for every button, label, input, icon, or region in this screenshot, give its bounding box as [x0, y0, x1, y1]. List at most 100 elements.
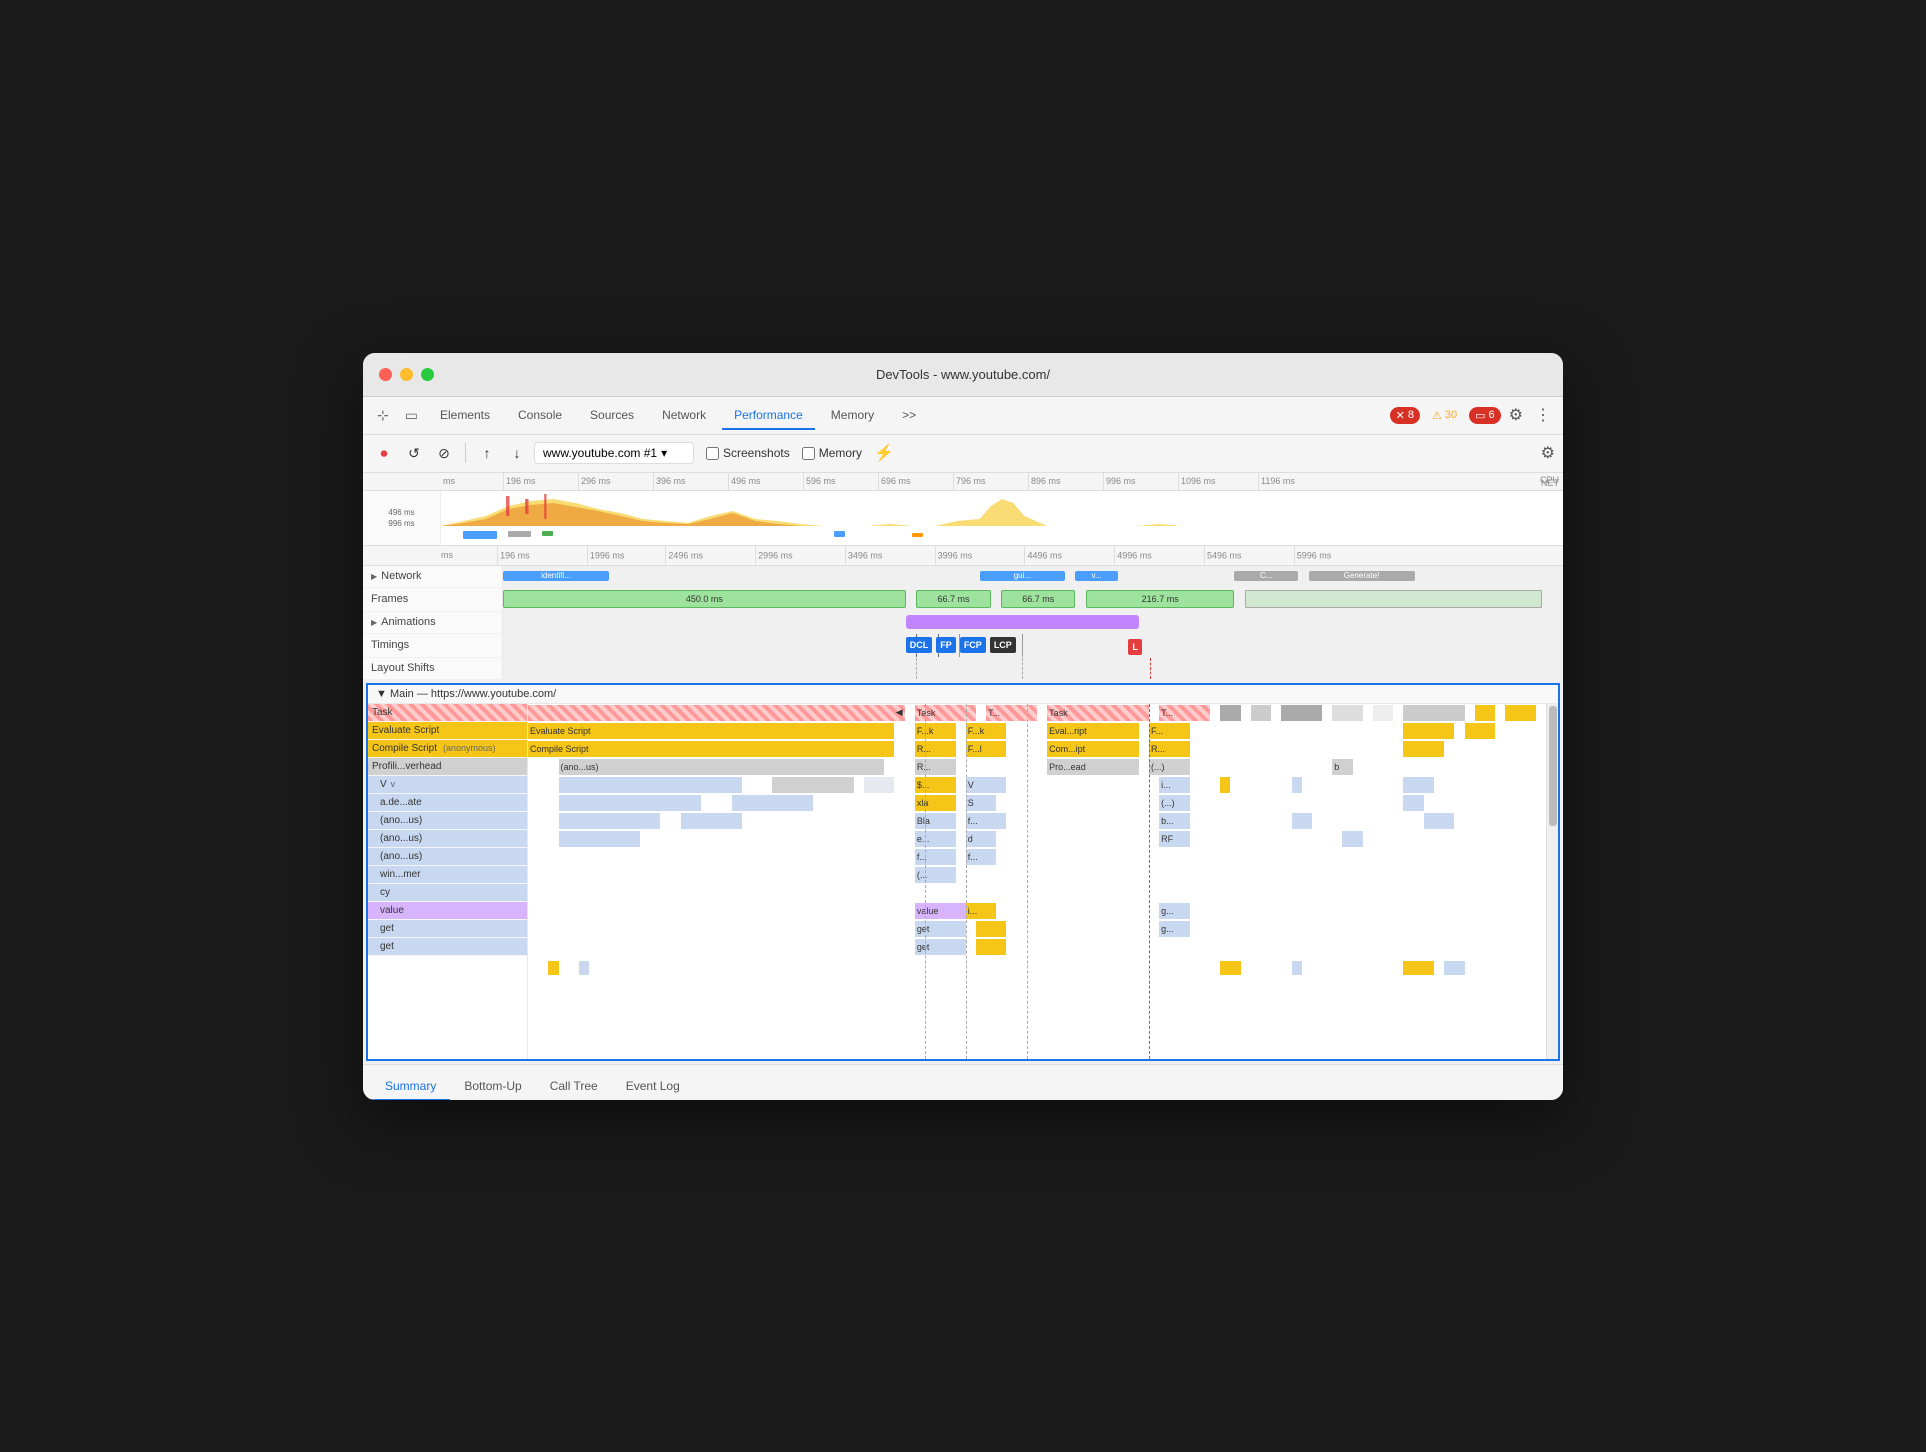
right-scrollbar[interactable] [1546, 704, 1558, 1059]
ano1-bar-1[interactable] [559, 813, 661, 829]
network-expand-arrow[interactable]: ▶ [371, 572, 377, 581]
tab-bottom-up[interactable]: Bottom-Up [450, 1073, 535, 1100]
record-button[interactable]: ⏺ [371, 440, 397, 466]
tab-network[interactable]: Network [650, 402, 718, 428]
ade-bar-4[interactable]: S [966, 795, 997, 811]
more-options-icon[interactable]: ⋮ [1531, 401, 1555, 429]
url-selector[interactable]: www.youtube.com #1 ▾ [534, 442, 694, 464]
tab-more[interactable]: >> [890, 402, 928, 428]
task-bar-11[interactable] [1403, 705, 1464, 721]
task-bar-1[interactable]: ◀ [528, 705, 905, 721]
eval-bar-6[interactable] [1403, 723, 1454, 739]
screenshots-checkbox[interactable] [706, 447, 719, 460]
v-bar-6[interactable]: i... [1159, 777, 1190, 793]
screenshots-checkbox-label[interactable]: Screenshots [706, 446, 790, 460]
compile-bar-4[interactable]: Com...ipt [1047, 741, 1139, 757]
task-bar-7[interactable] [1251, 705, 1271, 721]
eval-bar-3[interactable]: F...k [966, 723, 1007, 739]
eval-bar-2[interactable]: F...k [915, 723, 956, 739]
get2-bar-2[interactable] [976, 939, 1007, 955]
task-bar-4[interactable]: Task [1047, 705, 1149, 721]
compile-bar-6[interactable] [1403, 741, 1444, 757]
task-bar-6[interactable] [1220, 705, 1240, 721]
tab-console[interactable]: Console [506, 402, 574, 428]
memory-checkbox-label[interactable]: Memory [802, 446, 862, 460]
tab-performance[interactable]: Performance [722, 402, 815, 430]
task-bar-3[interactable]: T... [986, 705, 1037, 721]
value-bar-3[interactable]: g... [1159, 903, 1190, 919]
get2-bar-1[interactable]: get [915, 939, 966, 955]
fcp-badge[interactable]: FCP [960, 637, 986, 653]
frame-bar-1[interactable]: 450.0 ms [503, 590, 906, 608]
ade-bar-3[interactable]: xla [915, 795, 956, 811]
eval-bar-1[interactable]: Evaluate Script [528, 723, 894, 739]
tab-call-tree[interactable]: Call Tree [536, 1073, 612, 1100]
tab-memory[interactable]: Memory [819, 402, 886, 428]
profiling-bar-3[interactable]: Pro...ead [1047, 759, 1139, 775]
value-bar-1[interactable]: value [915, 903, 966, 919]
ano2-bar-4[interactable]: RF [1159, 831, 1190, 847]
ade-bar-6[interactable] [1403, 795, 1423, 811]
compile-bar-3[interactable]: F...l [966, 741, 1007, 757]
reload-button[interactable]: ↺ [401, 440, 427, 466]
task-bar-9[interactable] [1332, 705, 1363, 721]
ano2-bar-5[interactable] [1342, 831, 1362, 847]
toolbar-settings-icon[interactable]: ⚙ [1541, 443, 1555, 463]
ade-bar-5[interactable]: (...) [1159, 795, 1190, 811]
ano1-bar-3[interactable]: Bla [915, 813, 956, 829]
win-bar-1[interactable]: (... [915, 867, 956, 883]
tab-sources[interactable]: Sources [578, 402, 646, 428]
network-throttle-icon[interactable]: ⚡ [874, 443, 894, 463]
download-button[interactable]: ↓ [504, 440, 530, 466]
v-bar-7[interactable] [1220, 777, 1230, 793]
v-bar-8[interactable] [1292, 777, 1302, 793]
inspect-icon[interactable]: ⊹ [371, 403, 395, 428]
frame-bar-4[interactable]: 216.7 ms [1086, 590, 1234, 608]
profiling-bar-4[interactable]: (...) [1149, 759, 1190, 775]
minimize-button[interactable] [400, 368, 413, 381]
profiling-bar-5[interactable]: b [1332, 759, 1352, 775]
ano2-bar-1[interactable] [559, 831, 640, 847]
task-bar-10[interactable] [1373, 705, 1393, 721]
warning-badge[interactable]: ⚠ 30 [1428, 407, 1461, 424]
animations-track-label[interactable]: ▶ Animations [363, 612, 503, 633]
eval-bar-5[interactable]: F... [1149, 723, 1190, 739]
ade-bar-2[interactable] [732, 795, 813, 811]
dcl-badge[interactable]: DCL [906, 637, 933, 653]
v-bar-4[interactable]: $... [915, 777, 956, 793]
compile-bar-1[interactable]: Compile Script [528, 741, 894, 757]
value-bar-2[interactable]: i... [966, 903, 997, 919]
lcp-badge[interactable]: LCP [990, 637, 1016, 653]
ano2-bar-3[interactable]: d [966, 831, 997, 847]
get1-bar-2[interactable] [976, 921, 1007, 937]
device-icon[interactable]: ▭ [399, 403, 424, 428]
fp-badge[interactable]: FP [936, 637, 956, 653]
ano3-bar-2[interactable]: f... [966, 849, 997, 865]
ano1-bar-4[interactable]: f... [966, 813, 1007, 829]
network-track-label[interactable]: ▶ Network [363, 566, 503, 587]
memory-checkbox[interactable] [802, 447, 815, 460]
frame-bar-3[interactable]: 66.7 ms [1001, 590, 1075, 608]
clear-button[interactable]: ⊘ [431, 440, 457, 466]
eval-bar-4[interactable]: Eval...ript [1047, 723, 1139, 739]
close-button[interactable] [379, 368, 392, 381]
v-bar-5[interactable]: V [966, 777, 1007, 793]
v-bar-2[interactable] [772, 777, 853, 793]
compile-bar-5[interactable]: R... [1149, 741, 1190, 757]
get1-bar-1[interactable]: get [915, 921, 966, 937]
task-bar-2[interactable]: Task [915, 705, 976, 721]
task-bar-8[interactable] [1281, 705, 1322, 721]
task-bar-13[interactable] [1505, 705, 1536, 721]
frame-bar-2[interactable]: 66.7 ms [916, 590, 990, 608]
compile-bar-2[interactable]: R... [915, 741, 956, 757]
ano3-bar-1[interactable]: f... [915, 849, 956, 865]
v-bar-1[interactable] [559, 777, 742, 793]
eval-bar-7[interactable] [1465, 723, 1496, 739]
animations-expand-arrow[interactable]: ▶ [371, 618, 377, 627]
ano1-bar-7[interactable] [1424, 813, 1455, 829]
l-badge[interactable]: L [1128, 639, 1142, 655]
ade-bar-1[interactable] [559, 795, 702, 811]
ano1-bar-2[interactable] [681, 813, 742, 829]
v-bar-9[interactable] [1403, 777, 1434, 793]
profiling-bar-1[interactable]: (ano...us) [559, 759, 885, 775]
